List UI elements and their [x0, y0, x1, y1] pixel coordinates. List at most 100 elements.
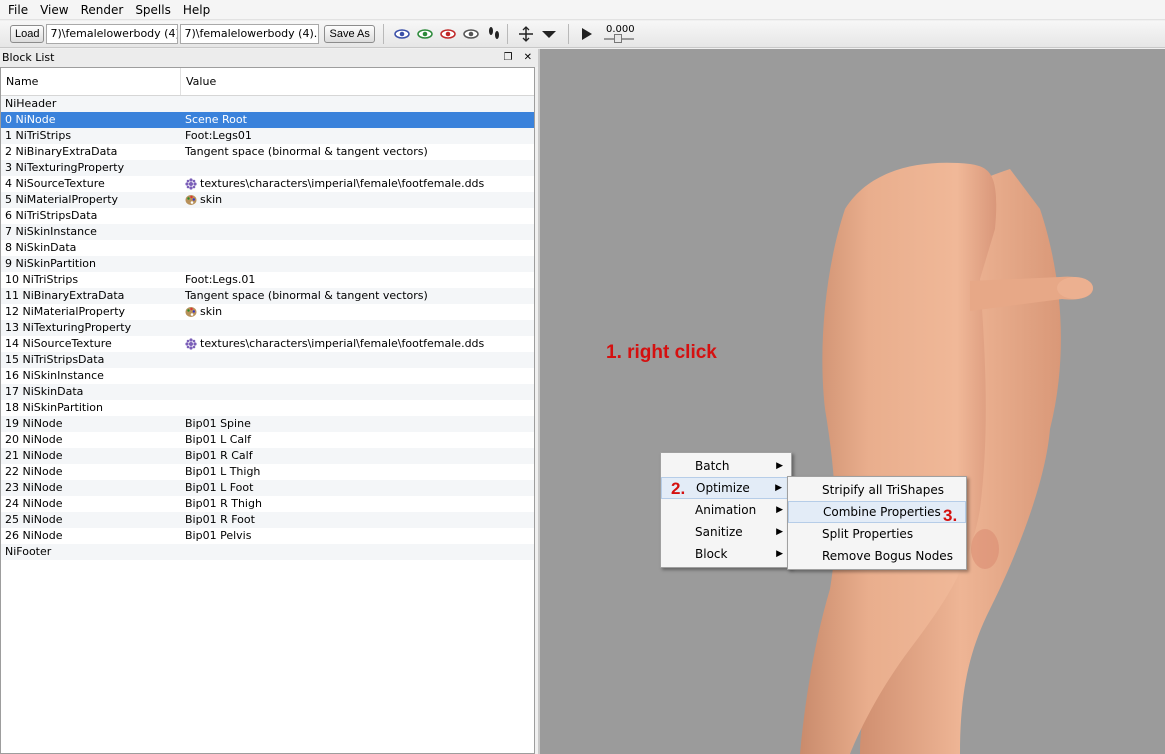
block-value-text: Foot:Legs.01: [185, 273, 256, 286]
tree-row[interactable]: NiFooter: [1, 544, 534, 560]
block-value: Bip01 Pelvis: [181, 528, 251, 544]
eye-gray-icon[interactable]: [462, 25, 480, 43]
context-menu-sanitize[interactable]: Sanitize ▶: [661, 521, 791, 543]
context-menu-batch[interactable]: Batch ▶: [661, 455, 791, 477]
tree-row[interactable]: 17 NiSkinData: [1, 384, 534, 400]
tree-row[interactable]: 11 NiBinaryExtraData Tangent space (binor…: [1, 288, 534, 304]
tree-row[interactable]: NiHeader: [1, 96, 534, 112]
menu-render[interactable]: Render: [75, 0, 130, 20]
block-value-text: textures\characters\imperial\female\foot…: [200, 337, 485, 350]
block-value-text: Bip01 R Calf: [185, 449, 253, 462]
block-value: [181, 384, 185, 400]
menu-bar: File View Render Spells Help: [0, 0, 1165, 20]
tree-row[interactable]: 22 NiNode Bip01 L Thigh: [1, 464, 534, 480]
block-name: 14 NiSourceTexture: [5, 337, 112, 350]
tree-row[interactable]: 6 NiTriStripsData: [1, 208, 534, 224]
tree-row[interactable]: 0 NiNode Scene Root: [1, 112, 534, 128]
tree-row[interactable]: 23 NiNode Bip01 L Foot: [1, 480, 534, 496]
submenu-stripify-all-trishapes[interactable]: Stripify all TriShapes: [788, 479, 966, 501]
tree-row[interactable]: 18 NiSkinPartition: [1, 400, 534, 416]
block-name: 4 NiSourceTexture: [5, 177, 105, 190]
tree-row[interactable]: 21 NiNode Bip01 R Calf: [1, 448, 534, 464]
tree-row[interactable]: 3 NiTexturingProperty: [1, 160, 534, 176]
annotation-step-2: 2.: [671, 479, 686, 498]
tree-row[interactable]: 4 NiSourceTexture textures\characters\imp…: [1, 176, 534, 192]
footprints-icon[interactable]: [485, 25, 503, 43]
block-name: 24 NiNode: [5, 497, 63, 510]
float-icon[interactable]: ❐: [503, 52, 512, 63]
block-value: [181, 208, 185, 224]
submenu-arrow-icon: ▶: [776, 505, 783, 515]
tree-row[interactable]: 24 NiNode Bip01 R Thigh: [1, 496, 534, 512]
tree-row[interactable]: 26 NiNode Bip01 Pelvis: [1, 528, 534, 544]
submenu-combine-properties[interactable]: Combine Properties: [788, 501, 966, 523]
tree-row[interactable]: 2 NiBinaryExtraData Tangent space (binorm…: [1, 144, 534, 160]
block-name: 25 NiNode: [5, 513, 63, 526]
block-name: 10 NiTriStrips: [5, 273, 79, 286]
eye-green-icon[interactable]: [416, 25, 434, 43]
submenu-split-properties[interactable]: Split Properties: [788, 523, 966, 545]
tree-row[interactable]: 19 NiNode Bip01 Spine: [1, 416, 534, 432]
block-value: [181, 160, 185, 176]
tree-row[interactable]: 1 NiTriStrips Foot:Legs01: [1, 128, 534, 144]
texture-icon: [185, 178, 197, 190]
eye-red-icon[interactable]: [439, 25, 457, 43]
column-name-header[interactable]: Name: [1, 68, 181, 95]
menu-file[interactable]: File: [2, 0, 34, 20]
tree-row[interactable]: 9 NiSkinPartition: [1, 256, 534, 272]
tree-row[interactable]: 16 NiSkinInstance: [1, 368, 534, 384]
save-as-button[interactable]: Save As: [324, 25, 375, 43]
menu-item-label: Block: [695, 547, 728, 561]
tree-row[interactable]: 12 NiMaterialProperty skin: [1, 304, 534, 320]
block-value-text: skin: [200, 193, 223, 206]
block-name: 22 NiNode: [5, 465, 63, 478]
block-value: textures\characters\imperial\female\foot…: [181, 336, 484, 352]
tree-row[interactable]: 20 NiNode Bip01 L Calf: [1, 432, 534, 448]
block-value: [181, 96, 185, 112]
column-value-header[interactable]: Value: [181, 68, 216, 95]
time-slider-handle[interactable]: [614, 34, 622, 43]
tree-row[interactable]: 13 NiTexturingProperty: [1, 320, 534, 336]
eye-blue-icon[interactable]: [393, 25, 411, 43]
block-value-text: Bip01 R Thigh: [185, 497, 262, 510]
menu-view[interactable]: View: [34, 0, 74, 20]
play-icon[interactable]: [578, 25, 596, 43]
block-tree[interactable]: Name Value NiHeader 0 NiNode Scene Root 1 N…: [0, 67, 535, 754]
menu-spells[interactable]: Spells: [129, 0, 177, 20]
tree-row[interactable]: 15 NiTriStripsData: [1, 352, 534, 368]
tree-row[interactable]: 14 NiSourceTexture textures\characters\im…: [1, 336, 534, 352]
block-name: NiFooter: [5, 545, 52, 558]
tree-row[interactable]: 10 NiTriStrips Foot:Legs.01: [1, 272, 534, 288]
tree-row[interactable]: 7 NiSkinInstance: [1, 224, 534, 240]
submenu-remove-bogus-nodes[interactable]: Remove Bogus Nodes: [788, 545, 966, 567]
load-button[interactable]: Load: [10, 25, 45, 43]
submenu-arrow-icon: ▶: [776, 461, 783, 471]
block-list-panel: Block List ❐ ✕ Name Value NiHeader 0 NiNo…: [0, 49, 538, 754]
block-value: Bip01 R Foot: [181, 512, 255, 528]
tree-row[interactable]: 25 NiNode Bip01 R Foot: [1, 512, 534, 528]
block-name: 13 NiTexturingProperty: [5, 321, 132, 334]
optimize-submenu: Stripify all TriShapes Combine Propertie…: [787, 476, 967, 570]
close-icon[interactable]: ✕: [524, 52, 532, 63]
block-name: 5 NiMaterialProperty: [5, 193, 119, 206]
block-name: 18 NiSkinPartition: [5, 401, 104, 414]
block-name: 6 NiTriStripsData: [5, 209, 98, 222]
block-value: skin: [181, 304, 222, 320]
context-menu-block[interactable]: Block ▶: [661, 543, 791, 565]
block-value: Tangent space (binormal & tangent vector…: [181, 144, 428, 160]
save-path-field[interactable]: 7)\femalelowerbody (4).nif: [180, 24, 320, 44]
load-path-field[interactable]: 7)\femalelowerbody (4).nif: [46, 24, 179, 44]
context-menu-animation[interactable]: Animation ▶: [661, 499, 791, 521]
block-name: 9 NiSkinPartition: [5, 257, 97, 270]
block-value: Foot:Legs01: [181, 128, 252, 144]
block-name: 8 NiSkinData: [5, 241, 77, 254]
view-dropdown-icon[interactable]: [540, 25, 558, 43]
render-viewport[interactable]: 1. right click Batch ▶ Optimize ▶ Animatio…: [538, 49, 1165, 754]
move-axis-icon[interactable]: [517, 25, 535, 43]
menu-help[interactable]: Help: [177, 0, 216, 20]
tree-row[interactable]: 5 NiMaterialProperty skin: [1, 192, 534, 208]
tree-row[interactable]: 8 NiSkinData: [1, 240, 534, 256]
block-name: 2 NiBinaryExtraData: [5, 145, 118, 158]
block-value-text: Bip01 L Thigh: [185, 465, 261, 478]
block-value: textures\characters\imperial\female\foot…: [181, 176, 484, 192]
